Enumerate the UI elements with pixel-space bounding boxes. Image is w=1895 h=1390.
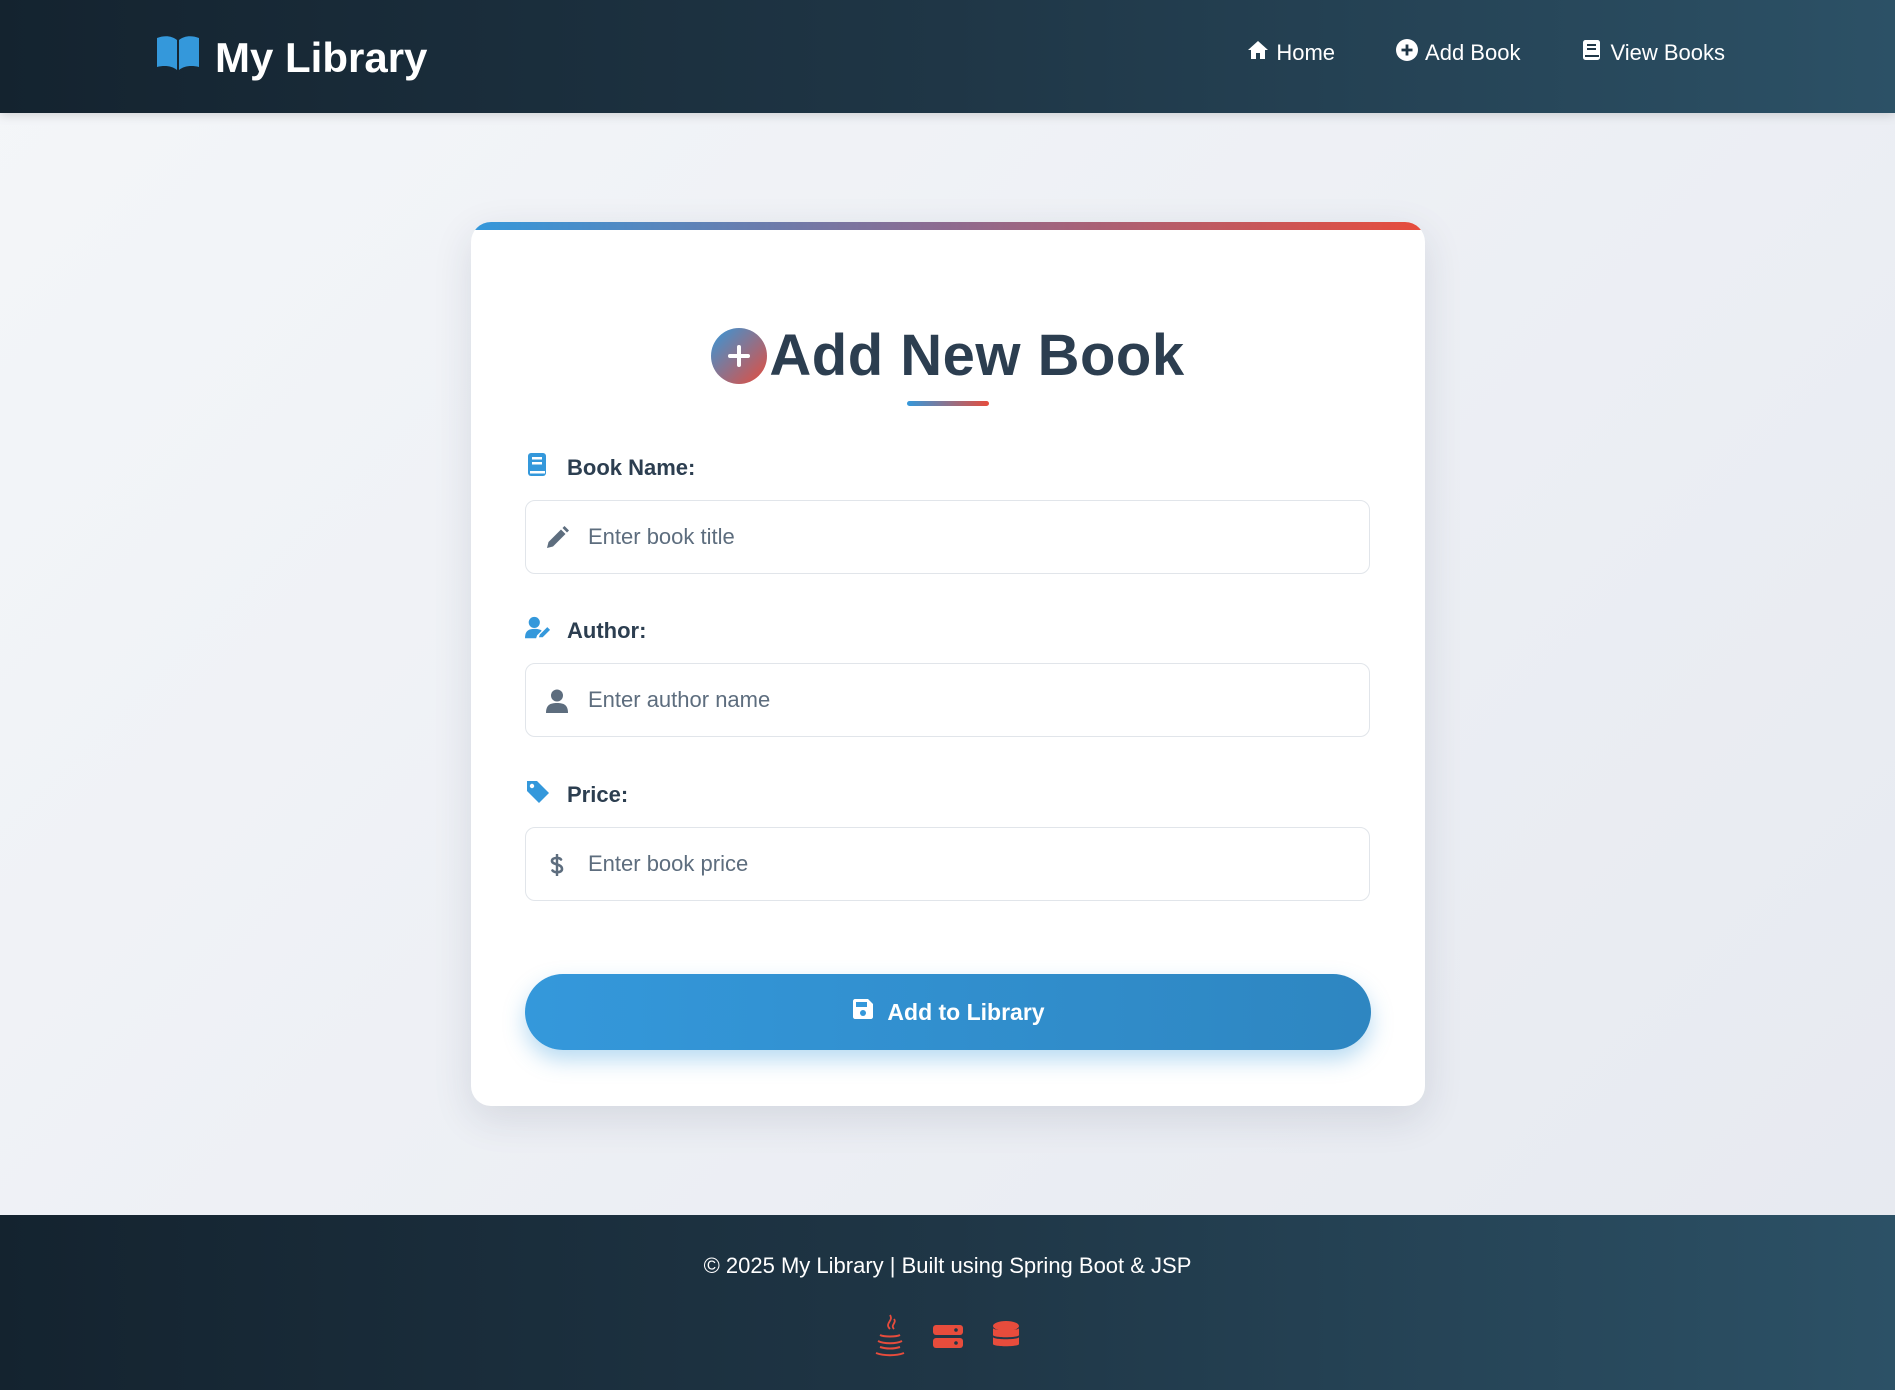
tag-icon (525, 779, 551, 811)
book-name-field[interactable] (525, 500, 1370, 574)
add-to-library-button[interactable]: Add to Library (525, 974, 1371, 1050)
navbar: My Library Home Add Book View Books (0, 0, 1895, 113)
footer-copyright: © 2025 My Library | Built using Spring B… (703, 1253, 1192, 1278)
page-title: Add New Book (769, 323, 1185, 388)
author-label: Author: (525, 615, 646, 647)
book-name-input[interactable] (588, 501, 1358, 573)
nav-view-books-link[interactable]: View Books (1580, 38, 1725, 68)
add-to-library-label: Add to Library (887, 998, 1045, 1025)
nav-links: Home Add Book View Books (1246, 38, 1725, 68)
floppy-disk-icon (851, 997, 875, 1027)
database-icon (988, 1313, 1024, 1359)
brand-name: My Library (215, 34, 428, 81)
nav-home-link[interactable]: Home (1246, 38, 1335, 68)
price-label: Price: (525, 779, 628, 811)
nav-home-label: Home (1276, 40, 1336, 65)
author-label-text: Author: (567, 618, 647, 643)
home-icon (1246, 38, 1270, 68)
price-input[interactable] (588, 828, 1358, 900)
nav-view-books-label: View Books (1610, 40, 1725, 65)
price-label-text: Price: (567, 782, 629, 807)
price-field[interactable] (525, 827, 1370, 901)
book-name-label-text: Book Name: (567, 455, 696, 480)
nav-add-book-link[interactable]: Add Book (1395, 38, 1520, 68)
nav-add-book-label: Add Book (1425, 40, 1521, 65)
plus-circle-icon (711, 327, 768, 384)
server-icon (930, 1313, 966, 1359)
book-icon (1580, 38, 1604, 68)
author-field[interactable] (525, 663, 1370, 737)
add-book-card: Add New Book Book Name: Author: Price: (471, 222, 1425, 1106)
card-gradient-bar (471, 222, 1425, 230)
open-book-icon (155, 34, 201, 82)
brand-logo[interactable]: My Library (155, 34, 427, 82)
user-pen-icon (525, 615, 551, 647)
author-input[interactable] (588, 664, 1358, 736)
plus-circle-icon (1395, 38, 1419, 68)
footer-tech-icons (0, 1313, 1895, 1359)
title-underline (907, 401, 989, 406)
book-name-label: Book Name: (525, 452, 695, 484)
book-icon (525, 452, 551, 484)
footer: © 2025 My Library | Built using Spring B… (0, 1215, 1895, 1390)
java-icon (872, 1313, 908, 1359)
form-heading: Add New Book (471, 322, 1425, 389)
